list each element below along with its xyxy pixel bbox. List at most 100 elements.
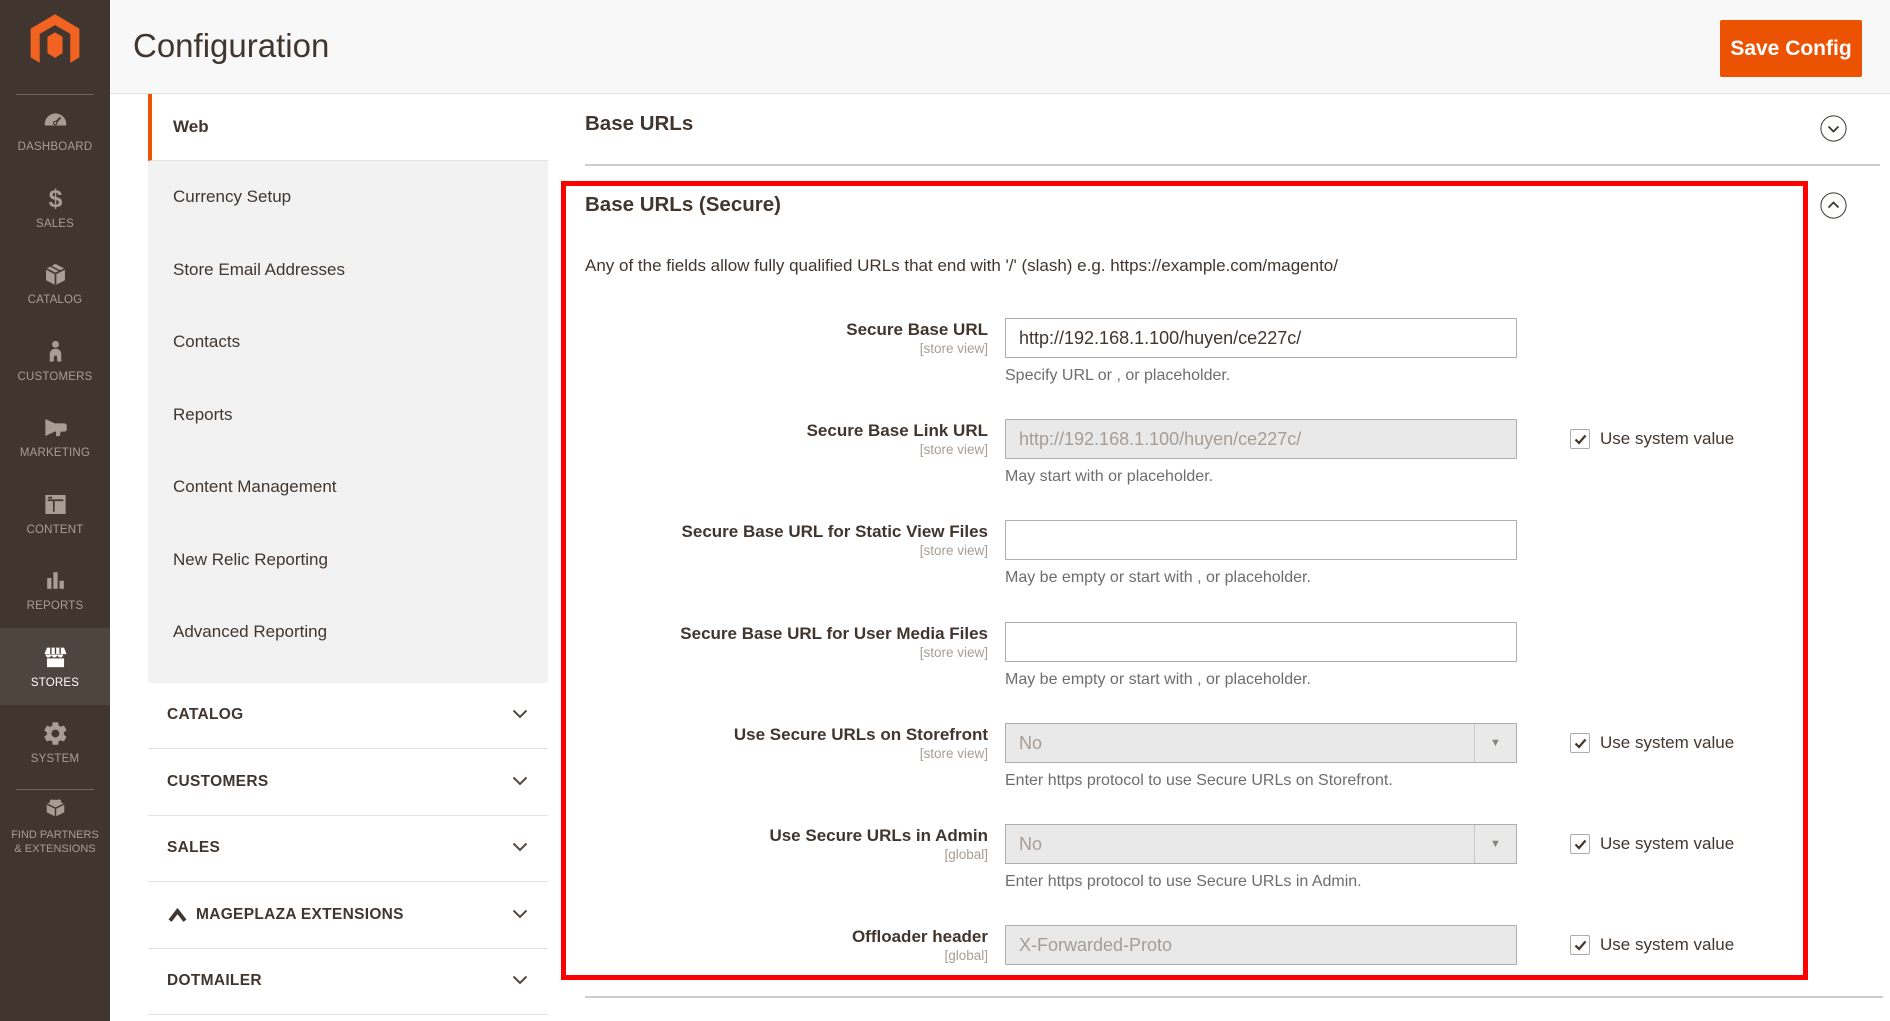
sidebar-item-system[interactable]: SYSTEM bbox=[0, 704, 110, 781]
use-secure-urls-in-admin-select[interactable]: No▼ bbox=[1005, 824, 1517, 864]
field-label: Secure Base URL for User Media Files[sto… bbox=[585, 623, 988, 661]
use-system-value-checkbox[interactable] bbox=[1570, 733, 1590, 753]
config-nav-item-label: Currency Setup bbox=[173, 187, 291, 207]
sidebar-item-dashboard[interactable]: DASHBOARD bbox=[0, 92, 110, 169]
config-nav-item-new-relic-reporting[interactable]: New Relic Reporting bbox=[148, 524, 548, 597]
save-config-button[interactable]: Save Config bbox=[1720, 20, 1862, 77]
use-system-value-checkbox[interactable] bbox=[1570, 935, 1590, 955]
chevron-down-icon bbox=[512, 839, 528, 857]
field-scope: [store view] bbox=[585, 542, 988, 559]
sidebar-item-stores[interactable]: STORES bbox=[0, 628, 110, 705]
config-nav-item-content-management[interactable]: Content Management bbox=[148, 451, 548, 524]
config-nav-section-sales[interactable]: SALES bbox=[148, 816, 548, 883]
use-system-value-checkbox[interactable] bbox=[1570, 429, 1590, 449]
catalog-icon bbox=[42, 261, 69, 288]
sidebar-item-label: STORES bbox=[31, 677, 79, 689]
config-nav-section-label: CATALOG bbox=[167, 706, 512, 724]
config-nav-item-label: Content Management bbox=[173, 477, 337, 497]
sidebar-item-label: FIND PARTNERS & EXTENSIONS bbox=[11, 828, 99, 856]
config-nav-item-reports[interactable]: Reports bbox=[148, 379, 548, 452]
config-nav-section-mageplaza-extensions[interactable]: MAGEPLAZA EXTENSIONS bbox=[148, 882, 548, 949]
chevron-down-icon bbox=[512, 906, 528, 924]
config-nav-item-store-email-addresses[interactable]: Store Email Addresses bbox=[148, 234, 548, 307]
config-nav-section-label: MAGEPLAZA EXTENSIONS bbox=[196, 906, 512, 924]
config-nav-item-label: Reports bbox=[173, 405, 233, 425]
field-label: Secure Base URL[store view] bbox=[585, 319, 988, 357]
field-label: Offloader header[global] bbox=[585, 926, 988, 964]
field-label-text: Secure Base URL for User Media Files bbox=[585, 623, 988, 644]
config-nav-item-label: Store Email Addresses bbox=[173, 260, 345, 280]
chevron-down-icon bbox=[512, 706, 528, 724]
collapse-section-button[interactable] bbox=[1820, 115, 1847, 142]
section-title-base-urls-secure: Base URLs (Secure) bbox=[585, 193, 781, 217]
use-system-value-group: Use system value bbox=[1570, 429, 1734, 449]
config-nav-item-currency-setup[interactable]: Currency Setup bbox=[148, 161, 548, 234]
dashboard-icon bbox=[42, 108, 69, 135]
config-nav-item-label: Web bbox=[173, 117, 209, 137]
section-divider bbox=[585, 164, 1880, 166]
use-system-value-checkbox[interactable] bbox=[1570, 834, 1590, 854]
sidebar-item-catalog[interactable]: CATALOG bbox=[0, 245, 110, 322]
sidebar-item-sales[interactable]: $ SALES bbox=[0, 169, 110, 246]
field-note: Enter https protocol to use Secure URLs … bbox=[1005, 873, 1362, 891]
section-description: Any of the fields allow fully qualified … bbox=[585, 256, 1338, 276]
config-nav-item-web[interactable]: Web bbox=[148, 94, 548, 161]
offloader-header-input[interactable] bbox=[1005, 925, 1517, 965]
magento-logo[interactable] bbox=[24, 12, 86, 74]
sidebar-item-find-partners-extensions[interactable]: FIND PARTNERS & EXTENSIONS bbox=[0, 794, 110, 856]
dropdown-arrow-icon: ▼ bbox=[1474, 724, 1516, 762]
use-system-value-label: Use system value bbox=[1600, 429, 1734, 449]
sidebar-item-customers[interactable]: CUSTOMERS bbox=[0, 322, 110, 399]
config-nav-item-label: Contacts bbox=[173, 332, 240, 352]
mageplaza-logo-icon bbox=[167, 907, 188, 923]
use-system-value-label: Use system value bbox=[1600, 935, 1734, 955]
field-note: Specify URL or , or placeholder. bbox=[1005, 367, 1230, 385]
use-system-value-label: Use system value bbox=[1600, 733, 1734, 753]
use-system-value-group: Use system value bbox=[1570, 733, 1734, 753]
use-secure-urls-on-storefront-select[interactable]: No ▼ bbox=[1005, 723, 1517, 763]
system-icon bbox=[42, 720, 69, 747]
sidebar-item-label: MARKETING bbox=[20, 447, 90, 459]
config-nav-section-label: SALES bbox=[167, 839, 512, 857]
sales-icon: $ bbox=[42, 185, 69, 212]
field-label: Secure Base Link URL[store view] bbox=[585, 420, 988, 458]
field-scope: [global] bbox=[585, 846, 988, 863]
field-label-text: Offloader header bbox=[585, 926, 988, 947]
secure-base-link-url-input[interactable] bbox=[1005, 419, 1517, 459]
sidebar-item-marketing[interactable]: MARKETING bbox=[0, 398, 110, 475]
config-nav-item-contacts[interactable]: Contacts bbox=[148, 306, 548, 379]
field-scope: [store view] bbox=[585, 441, 988, 458]
sidebar-divider bbox=[16, 789, 94, 790]
secure-base-url-input[interactable] bbox=[1005, 318, 1517, 358]
secure-base-url-for-user-media-files-input[interactable] bbox=[1005, 622, 1517, 662]
config-nav-section-catalog[interactable]: CATALOG bbox=[148, 683, 548, 750]
secure-base-url-for-static-view-files-input[interactable] bbox=[1005, 520, 1517, 560]
use-system-value-label: Use system value bbox=[1600, 834, 1734, 854]
field-scope: [store view] bbox=[585, 340, 988, 357]
config-nav-section-dotmailer[interactable]: DOTMAILER bbox=[148, 949, 548, 1016]
reports-icon bbox=[42, 567, 69, 594]
config-nav-item-advanced-reporting[interactable]: Advanced Reporting bbox=[148, 596, 548, 669]
field-scope: [global] bbox=[585, 947, 988, 964]
sidebar-item-content[interactable]: CONTENT bbox=[0, 475, 110, 552]
config-sections-nav: Web Currency SetupStore Email AddressesC… bbox=[148, 94, 548, 1015]
config-nav-section-label: DOTMAILER bbox=[167, 972, 512, 990]
config-nav-section-customers[interactable]: CUSTOMERS bbox=[148, 749, 548, 816]
collapse-section-button[interactable] bbox=[1820, 192, 1847, 219]
config-nav-section-list: CATALOG CUSTOMERS SALES MAGEPLAZA EXTENSION… bbox=[148, 683, 548, 1016]
field-label-text: Use Secure URLs in Admin bbox=[585, 825, 988, 846]
field-label-text: Secure Base URL bbox=[585, 319, 988, 340]
config-nav-web-subitems: Currency Setup Store Email Addresses Conta… bbox=[148, 161, 548, 683]
stores-icon bbox=[42, 644, 69, 671]
sidebar-item-label: CUSTOMERS bbox=[17, 371, 92, 383]
use-system-value-group: Use system value bbox=[1570, 935, 1734, 955]
sidebar-item-label: SALES bbox=[36, 218, 74, 230]
chevron-down-icon bbox=[512, 773, 528, 791]
field-label: Use Secure URLs on Storefront[store view… bbox=[585, 724, 988, 762]
select-value: No bbox=[1019, 733, 1042, 754]
sidebar-item-reports[interactable]: REPORTS bbox=[0, 551, 110, 628]
field-note: May start with or placeholder. bbox=[1005, 468, 1213, 486]
extensions-icon bbox=[42, 794, 69, 826]
sidebar-item-label: CONTENT bbox=[27, 524, 84, 536]
field-label-text: Secure Base Link URL bbox=[585, 420, 988, 441]
